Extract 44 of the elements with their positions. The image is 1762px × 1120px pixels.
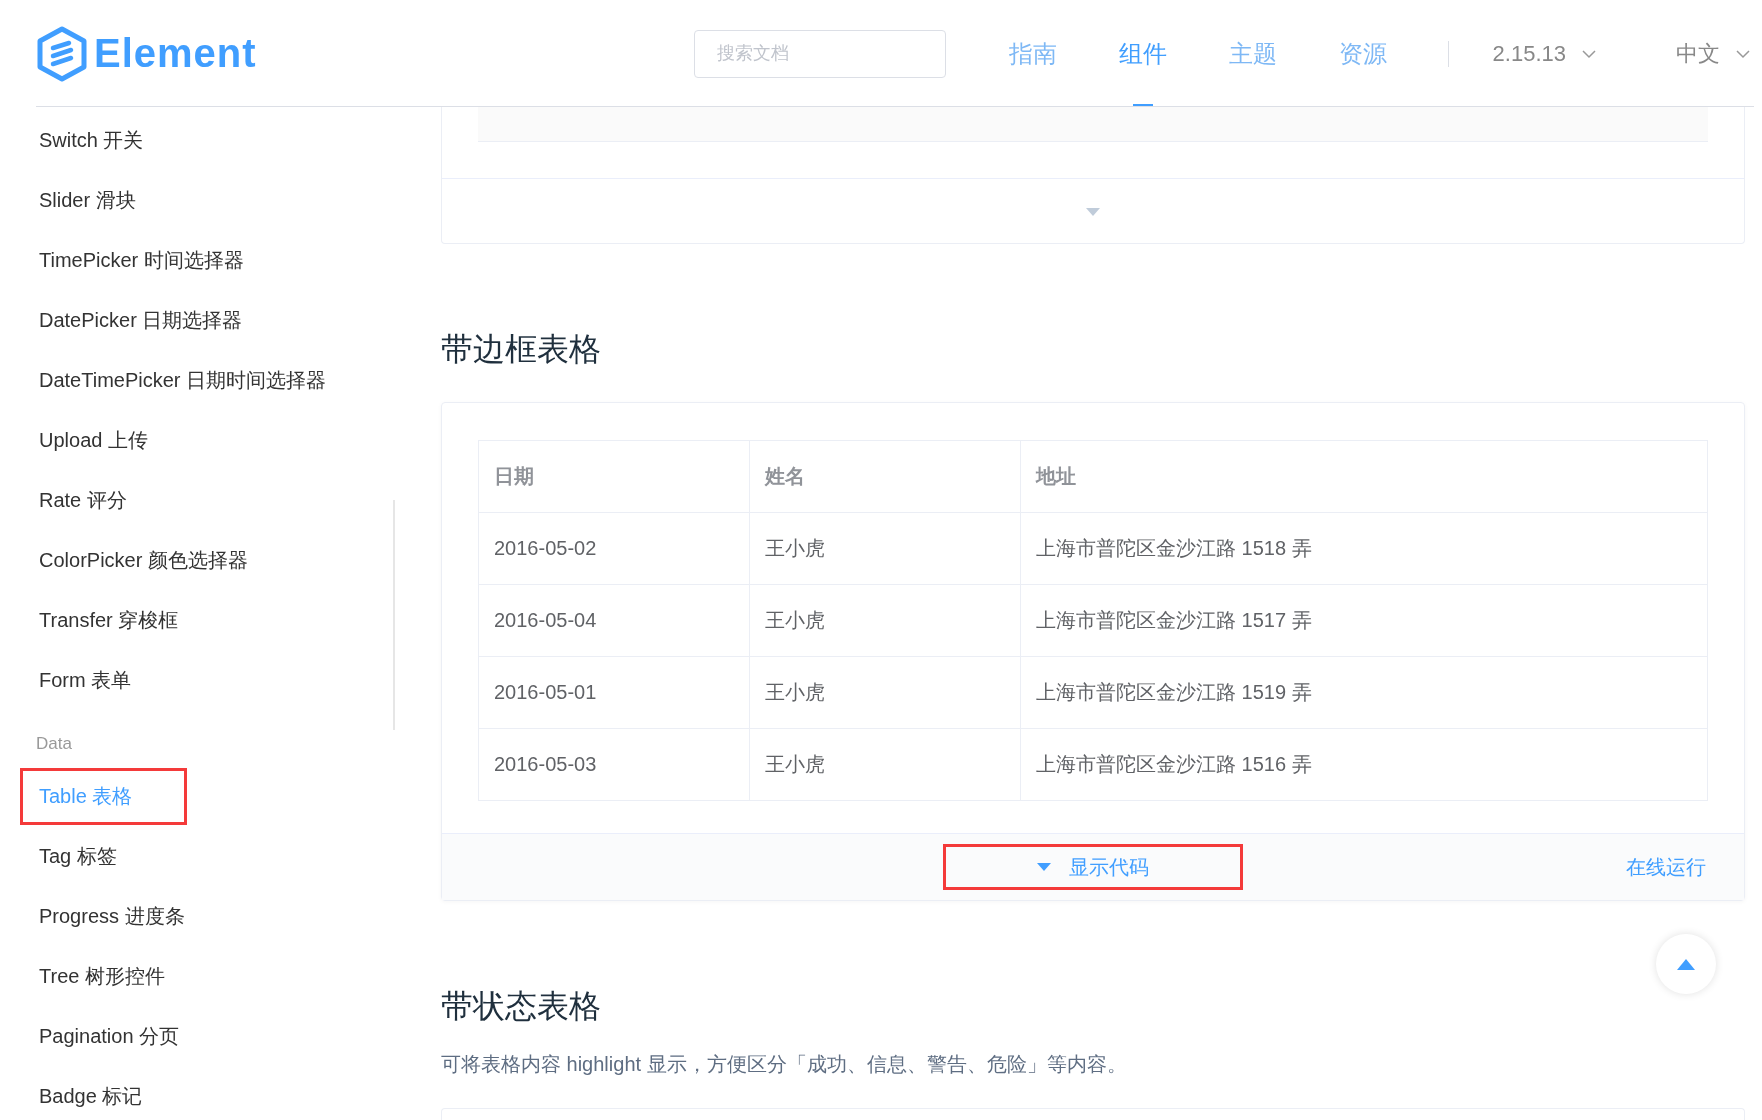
caret-up-icon bbox=[1677, 958, 1695, 970]
sidebar-item[interactable]: Upload 上传 bbox=[20, 411, 167, 469]
sidebar-item[interactable]: Form 表单 bbox=[20, 651, 151, 709]
table-cell: 2016-05-03 bbox=[478, 728, 750, 801]
table-cell: 上海市普陀区金沙江路 1516 弄 bbox=[1020, 728, 1708, 801]
table-cell: 王小虎 bbox=[749, 584, 1021, 657]
sidebar-item[interactable]: Badge 标记 bbox=[20, 1067, 162, 1120]
column-header: 地址 bbox=[1020, 440, 1708, 513]
table-cell: 2016-05-04 bbox=[478, 584, 750, 657]
language-dropdown[interactable]: 中文 bbox=[1676, 38, 1720, 69]
section-title: 带边框表格 bbox=[441, 330, 601, 369]
sidebar-item[interactable]: Rate 评分 bbox=[20, 471, 146, 529]
sidebar-item[interactable]: TimePicker 时间选择器 bbox=[20, 231, 263, 289]
table-cell: 2016-05-02 bbox=[478, 512, 750, 585]
chevron-down-icon[interactable] bbox=[1736, 48, 1750, 59]
table-cell: 王小虎 bbox=[749, 512, 1021, 585]
sidebar-item[interactable]: Pagination 分页 bbox=[20, 1007, 199, 1065]
sidebar-group-label: Data bbox=[35, 733, 73, 755]
table-cell: 王小虎 bbox=[749, 728, 1021, 801]
sidebar-item[interactable]: ColorPicker 颜色选择器 bbox=[20, 531, 267, 589]
back-to-top-button[interactable] bbox=[1656, 934, 1716, 994]
expand-caret-icon[interactable] bbox=[1086, 207, 1100, 217]
sidebar-item[interactable]: Tree 树形控件 bbox=[20, 947, 184, 1005]
sidebar-item[interactable]: Progress 进度条 bbox=[20, 887, 204, 945]
search-field[interactable]: 搜索文档 bbox=[693, 29, 946, 78]
section-title: 带状态表格 bbox=[441, 987, 601, 1026]
chevron-down-icon[interactable] bbox=[1582, 48, 1596, 59]
table-cell: 上海市普陀区金沙江路 1517 弄 bbox=[1020, 584, 1708, 657]
table-cell: 王小虎 bbox=[749, 656, 1021, 729]
section-description: 可将表格内容 highlight 显示，方便区分「成功、信息、警告、危险」等内容。 bbox=[441, 1052, 1128, 1077]
table-cell: 上海市普陀区金沙江路 1519 弄 bbox=[1020, 656, 1708, 729]
sidebar-item[interactable]: Tag 标签 bbox=[20, 827, 136, 885]
sidebar-item[interactable]: DatePicker 日期选择器 bbox=[20, 291, 262, 349]
sidebar-item[interactable]: Slider 滑块 bbox=[20, 171, 155, 229]
column-header: 日期 bbox=[478, 440, 750, 513]
sidebar-item[interactable]: Switch 开关 bbox=[20, 111, 163, 169]
table-cell: 2016-05-01 bbox=[478, 656, 750, 729]
sidebar-item[interactable]: DateTimePicker 日期时间选择器 bbox=[20, 351, 346, 409]
column-header: 姓名 bbox=[749, 440, 1021, 513]
version-dropdown[interactable]: 2.15.13 bbox=[1492, 40, 1566, 67]
caret-icon bbox=[1037, 862, 1051, 872]
sidebar-item[interactable]: Transfer 穿梭框 bbox=[20, 591, 198, 649]
table-cell: 上海市普陀区金沙江路 1518 弄 bbox=[1020, 512, 1708, 585]
hexagon-logo-icon bbox=[36, 25, 88, 82]
